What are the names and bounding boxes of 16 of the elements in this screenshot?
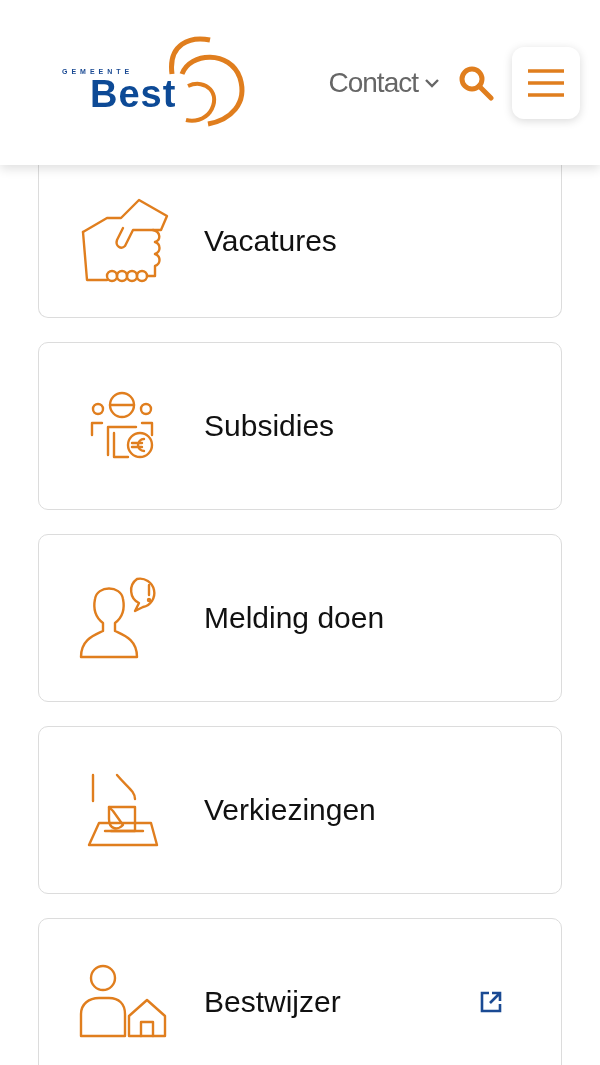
service-card[interactable]: Bestwijzer (38, 918, 562, 1065)
search-icon[interactable] (458, 64, 494, 101)
menu-icon (526, 67, 566, 98)
card-title: Vacatures (204, 224, 338, 258)
card-title: Bestwijzer (204, 985, 342, 1019)
service-card[interactable]: Verkiezingen (38, 726, 562, 894)
service-card[interactable]: Vacatures (38, 165, 562, 318)
card-title: Subsidies (204, 409, 336, 443)
service-card[interactable]: Melding doen (38, 534, 562, 702)
logo-wordmark: Best (90, 73, 177, 114)
contact-link[interactable]: Contact (328, 66, 440, 99)
chevron-down-icon (424, 77, 440, 88)
card-title: Melding doen (204, 601, 386, 635)
service-card[interactable]: Subsidies (38, 342, 562, 510)
card-title: Verkiezingen (204, 793, 377, 827)
menu-button[interactable] (512, 46, 580, 119)
